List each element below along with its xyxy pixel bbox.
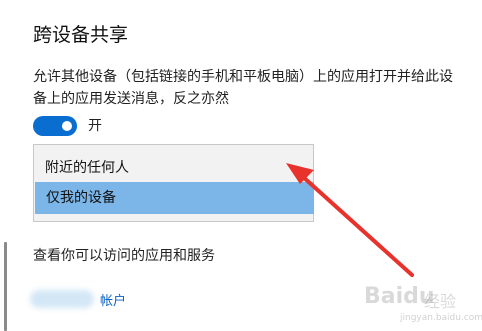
apps-services-link[interactable]: 查看你可以访问的应用和服务 (33, 245, 215, 265)
section-title: 跨设备共享 (33, 24, 129, 46)
dropdown-option-my-devices-only[interactable]: 仅我的设备 (35, 182, 314, 214)
arrow-shaft (300, 174, 414, 277)
section-description: 允许其他设备（包括链接的手机和平板电脑）上的应用打开并给此设备上的应用发送消息，… (33, 69, 453, 107)
dropdown-option-anyone-nearby[interactable]: 附近的任何人 (34, 152, 313, 184)
blurred-account-name (30, 290, 94, 308)
account-link[interactable]: 帐户 (100, 290, 126, 309)
watermark-product: 经验 (424, 292, 457, 311)
watermark-url: jingyan.baidu.com (400, 313, 482, 323)
toggle-knob (62, 121, 72, 131)
scrollbar-thumb[interactable] (4, 242, 7, 331)
toggle-state-label: 开 (88, 118, 102, 134)
cross-device-toggle[interactable] (33, 116, 77, 136)
